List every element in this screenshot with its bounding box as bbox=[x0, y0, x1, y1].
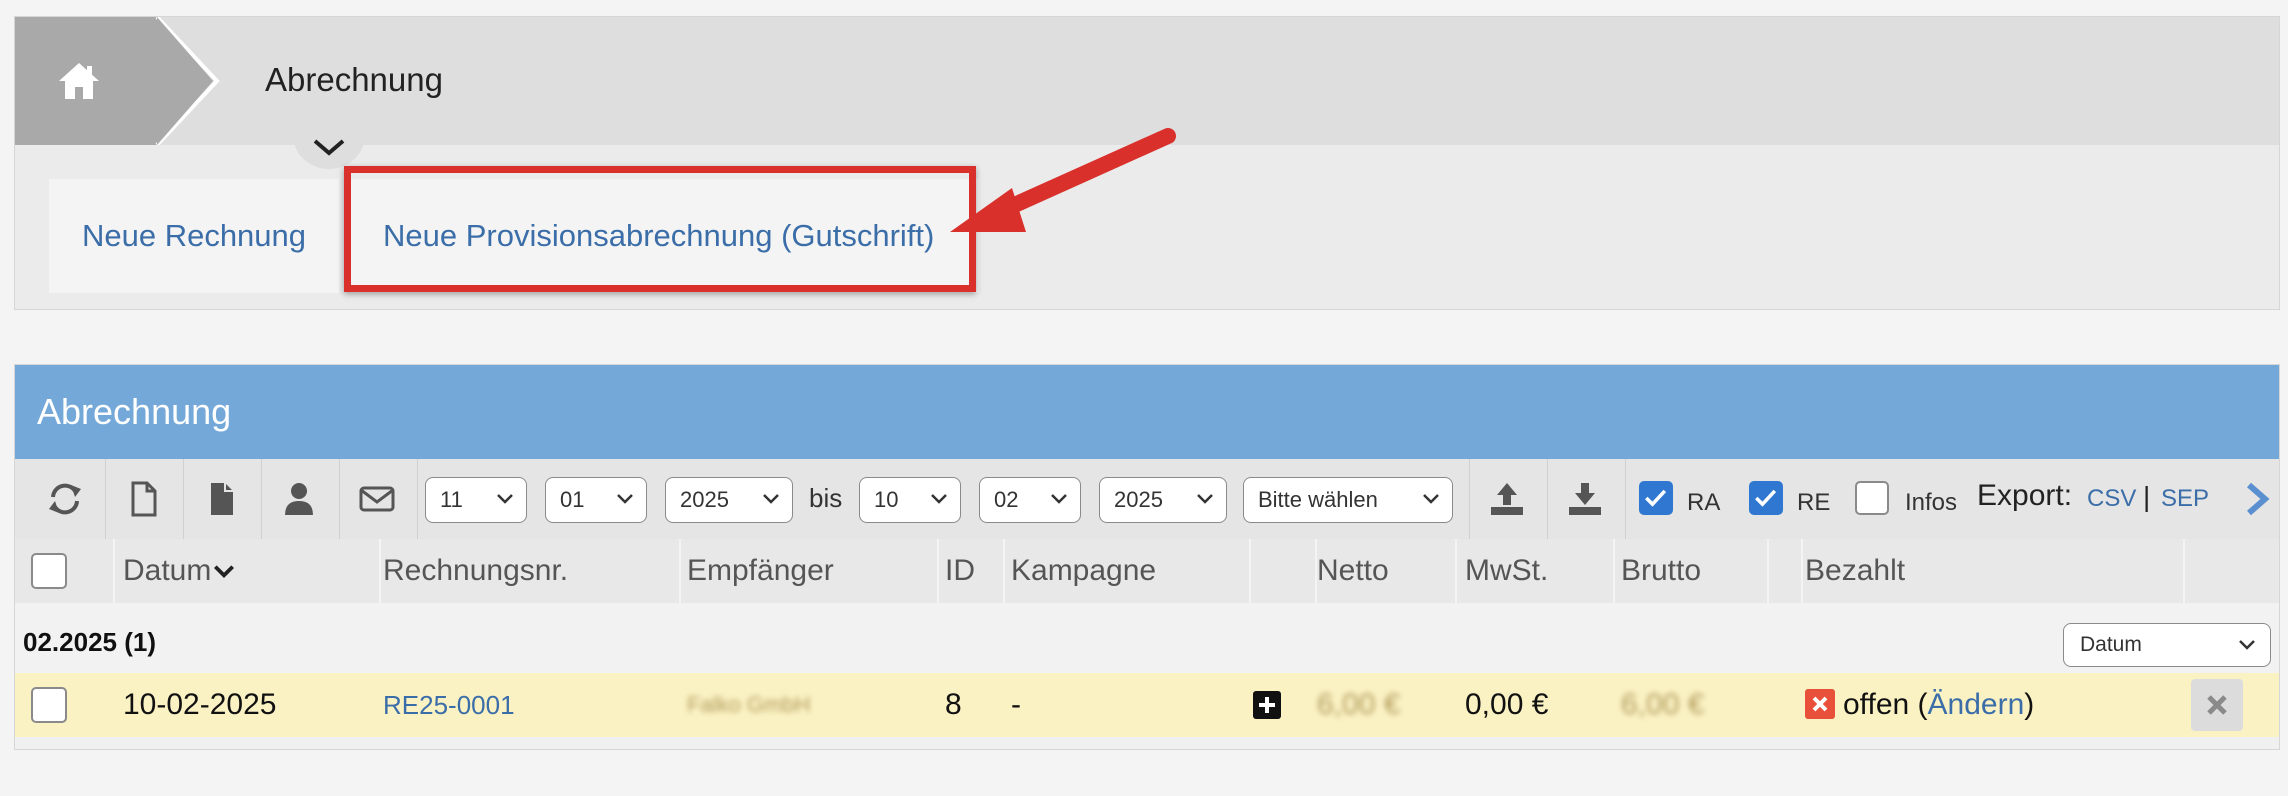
cell-bezahlt: offen (Ändern) bbox=[1843, 673, 2034, 737]
toolbar: 11 01 2025 bis 10 02 2025 Bitte wählen R… bbox=[15, 459, 2279, 539]
row-checkbox[interactable] bbox=[31, 687, 67, 723]
infos-checkbox[interactable] bbox=[1855, 481, 1889, 515]
column-brutto[interactable]: Brutto bbox=[1621, 539, 1701, 603]
breadcrumb-chevron bbox=[105, 17, 220, 145]
user-icon[interactable] bbox=[275, 475, 323, 523]
cell-id: 8 bbox=[945, 688, 962, 721]
upload-icon[interactable] bbox=[1483, 475, 1531, 523]
re-label: RE bbox=[1797, 489, 1831, 516]
highlight-box bbox=[344, 166, 976, 292]
column-kampagne[interactable]: Kampagne bbox=[1011, 539, 1156, 603]
column-rechnungsnr[interactable]: Rechnungsnr. bbox=[383, 539, 568, 603]
from-day-select[interactable]: 11 bbox=[425, 477, 527, 523]
breadcrumb-title: Abrechnung bbox=[265, 61, 443, 98]
cell-brutto: 6,00 € bbox=[1621, 688, 1705, 721]
export-sepa-link[interactable]: SEP bbox=[2161, 485, 2209, 513]
mail-icon[interactable] bbox=[353, 475, 401, 523]
group-sort-select[interactable]: Datum bbox=[2063, 623, 2271, 667]
home-icon[interactable] bbox=[55, 57, 103, 105]
cell-netto: 6,00 € bbox=[1317, 688, 1401, 721]
type-select[interactable]: Bitte wählen bbox=[1243, 477, 1453, 523]
status-text: offen ( bbox=[1843, 688, 1928, 721]
new-invoice-button[interactable]: Neue Rechnung bbox=[49, 179, 339, 293]
re-checkbox[interactable] bbox=[1749, 481, 1783, 515]
expand-plus-icon[interactable] bbox=[1253, 691, 1281, 719]
column-id[interactable]: ID bbox=[945, 539, 975, 603]
column-mwst[interactable]: MwSt. bbox=[1465, 539, 1548, 603]
export-label: Export: bbox=[1977, 479, 2073, 512]
panel-title: Abrechnung bbox=[15, 365, 2279, 459]
table-row[interactable]: 10-02-2025 RE25-0001 Falko GmbH 8 - 6,00… bbox=[15, 673, 2279, 737]
chevron-right-icon[interactable] bbox=[2237, 477, 2277, 521]
table-header: Datum Rechnungsnr. Empfänger ID Kampagne… bbox=[15, 539, 2279, 603]
document-icon[interactable] bbox=[197, 475, 245, 523]
export-separator: | bbox=[2143, 481, 2151, 512]
select-all-checkbox[interactable] bbox=[31, 553, 67, 589]
group-title: 02.2025 (1) bbox=[23, 627, 156, 657]
export-csv-link[interactable]: CSV bbox=[2087, 485, 2136, 513]
from-month-select[interactable]: 01 bbox=[545, 477, 647, 523]
unpaid-status-icon bbox=[1805, 689, 1835, 719]
delete-row-button[interactable] bbox=[2191, 679, 2243, 731]
column-netto[interactable]: Netto bbox=[1317, 539, 1389, 603]
column-empfaenger[interactable]: Empfänger bbox=[687, 539, 834, 603]
new-document-icon[interactable] bbox=[119, 475, 167, 523]
status-close: ) bbox=[2024, 688, 2035, 721]
close-icon bbox=[2207, 695, 2227, 715]
cell-datum: 10-02-2025 bbox=[123, 688, 277, 721]
invoice-list-panel: Abrechnung 11 01 2025 bis 10 02 2025 Bit… bbox=[14, 364, 2280, 750]
range-separator: bis bbox=[809, 483, 843, 513]
download-icon[interactable] bbox=[1561, 475, 1609, 523]
column-datum[interactable]: Datum bbox=[123, 539, 237, 603]
to-day-select[interactable]: 10 bbox=[859, 477, 961, 523]
ra-label: RA bbox=[1687, 489, 1721, 516]
from-year-select[interactable]: 2025 bbox=[665, 477, 793, 523]
refresh-icon[interactable] bbox=[41, 475, 89, 523]
to-year-select[interactable]: 2025 bbox=[1099, 477, 1227, 523]
sort-down-icon bbox=[214, 565, 235, 579]
column-bezahlt[interactable]: Bezahlt bbox=[1805, 539, 1905, 603]
cell-rechnungsnr-link[interactable]: RE25-0001 bbox=[383, 673, 515, 737]
change-status-link[interactable]: Ändern bbox=[1928, 688, 2025, 722]
cell-kampagne: - bbox=[1011, 688, 1021, 721]
annotation-arrow bbox=[950, 128, 1176, 232]
ra-checkbox[interactable] bbox=[1639, 481, 1673, 515]
cell-empfaenger: Falko GmbH bbox=[687, 692, 811, 717]
infos-label: Infos bbox=[1905, 489, 1958, 516]
cell-mwst: 0,00 € bbox=[1465, 688, 1549, 721]
to-month-select[interactable]: 02 bbox=[979, 477, 1081, 523]
